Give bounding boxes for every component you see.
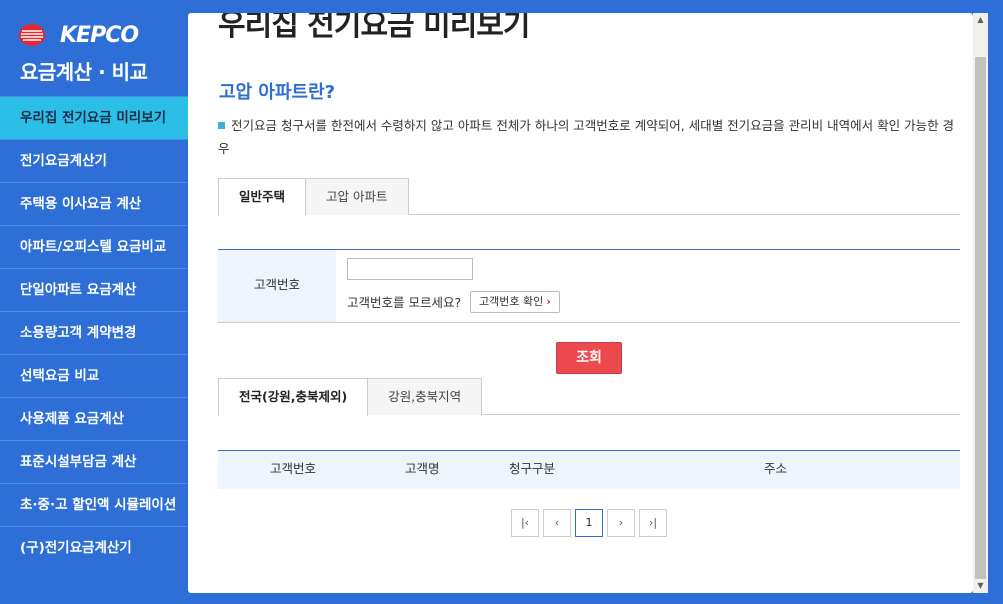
sidebar-item-legacy-calculator[interactable]: (구)전기요금계산기 bbox=[0, 526, 188, 569]
kepco-logo[interactable]: KEPCO bbox=[18, 22, 139, 48]
customer-number-help: 고객번호를 모르세요? bbox=[347, 295, 462, 310]
customer-number-input[interactable] bbox=[347, 258, 473, 280]
sidebar-title: 요금계산 · 비교 bbox=[20, 60, 148, 84]
first-page-icon[interactable]: |‹ bbox=[511, 509, 539, 537]
tab-region-nationwide[interactable]: 전국(강원,충북제외) bbox=[218, 378, 369, 416]
scroll-thumb[interactable] bbox=[975, 57, 986, 579]
description-text: 전기요금 청구서를 한전에서 수령하지 않고 아파트 전체가 하나의 고객번호로… bbox=[218, 118, 955, 156]
sidebar-item-bill-preview[interactable]: 우리집 전기요금 미리보기 bbox=[0, 96, 206, 141]
tab-general-house[interactable]: 일반주택 bbox=[218, 178, 307, 216]
pagination: |‹ ‹ 1 › ›| bbox=[511, 509, 667, 537]
next-page-icon[interactable]: › bbox=[607, 509, 635, 537]
scroll-down-icon[interactable]: ▼ bbox=[973, 579, 988, 593]
tab-region-gangwon-chungbuk[interactable]: 강원,충북지역 bbox=[367, 378, 483, 415]
tab-high-voltage-apartment[interactable]: 고압 아파트 bbox=[305, 178, 409, 215]
find-customer-number-button[interactable]: 고객번호 확인 › bbox=[470, 291, 560, 313]
result-table-header: 고객번호 고객명 청구구분 주소 bbox=[218, 450, 960, 489]
sidebar-item-single-apartment[interactable]: 단일아파트 요금계산 bbox=[0, 268, 188, 311]
last-page-icon[interactable]: ›| bbox=[639, 509, 667, 537]
find-customer-number-label: 고객번호 확인 bbox=[479, 295, 544, 308]
column-customer-name: 고객명 bbox=[405, 461, 440, 476]
page-number[interactable]: 1 bbox=[575, 509, 603, 537]
search-button[interactable]: 조회 bbox=[556, 342, 622, 374]
sidebar-item-appliance-calc[interactable]: 사용제품 요금계산 bbox=[0, 397, 188, 440]
column-customer-number: 고객번호 bbox=[270, 461, 317, 476]
section-title: 고압 아파트란? bbox=[219, 82, 336, 103]
customer-number-label: 고객번호 bbox=[218, 250, 336, 322]
sidebar-item-facility-charge[interactable]: 표준시설부담금 계산 bbox=[0, 440, 188, 483]
column-address: 주소 bbox=[764, 461, 788, 476]
sidebar-item-optional-rate[interactable]: 선택요금 비교 bbox=[0, 354, 188, 397]
chevron-right-icon: › bbox=[546, 295, 551, 308]
logo-text: KEPCO bbox=[60, 22, 139, 48]
house-type-tabs: 일반주택 고압 아파트 bbox=[218, 178, 960, 216]
sidebar-item-apartment-compare[interactable]: 아파트/오피스텔 요금비교 bbox=[0, 225, 188, 268]
customer-form: 고객번호 고객번호를 모르세요? 고객번호 확인 › bbox=[218, 249, 960, 323]
sidebar: KEPCO 요금계산 · 비교 우리집 전기요금 미리보기 전기요금계산기 주택… bbox=[0, 0, 206, 604]
sidebar-item-moving-calc[interactable]: 주택용 이사요금 계산 bbox=[0, 182, 188, 225]
page-title: 우리집 전기요금 미리보기 bbox=[218, 13, 530, 43]
sidebar-item-small-contract[interactable]: 소용량고객 계약변경 bbox=[0, 311, 188, 354]
scroll-up-icon[interactable]: ▲ bbox=[973, 13, 988, 27]
bullet-icon bbox=[218, 122, 225, 129]
sidebar-item-bill-calculator[interactable]: 전기요금계산기 bbox=[0, 139, 188, 182]
kepco-emblem-icon bbox=[18, 23, 58, 47]
region-tabs: 전국(강원,충북제외) 강원,충북지역 bbox=[218, 378, 960, 416]
column-billing-type: 청구구분 bbox=[509, 461, 556, 476]
sidebar-nav: 우리집 전기요금 미리보기 전기요금계산기 주택용 이사요금 계산 아파트/오피… bbox=[0, 96, 206, 569]
sidebar-item-school-discount[interactable]: 초·중·고 할인액 시뮬레이션 bbox=[0, 483, 188, 526]
prev-page-icon[interactable]: ‹ bbox=[543, 509, 571, 537]
main-panel: 우리집 전기요금 미리보기 고압 아파트란? 전기요금 청구서를 한전에서 수령… bbox=[188, 13, 973, 593]
scrollbar[interactable]: ▲ ▼ bbox=[973, 13, 988, 593]
description: 전기요금 청구서를 한전에서 수령하지 않고 아파트 전체가 하나의 고객번호로… bbox=[218, 114, 963, 160]
